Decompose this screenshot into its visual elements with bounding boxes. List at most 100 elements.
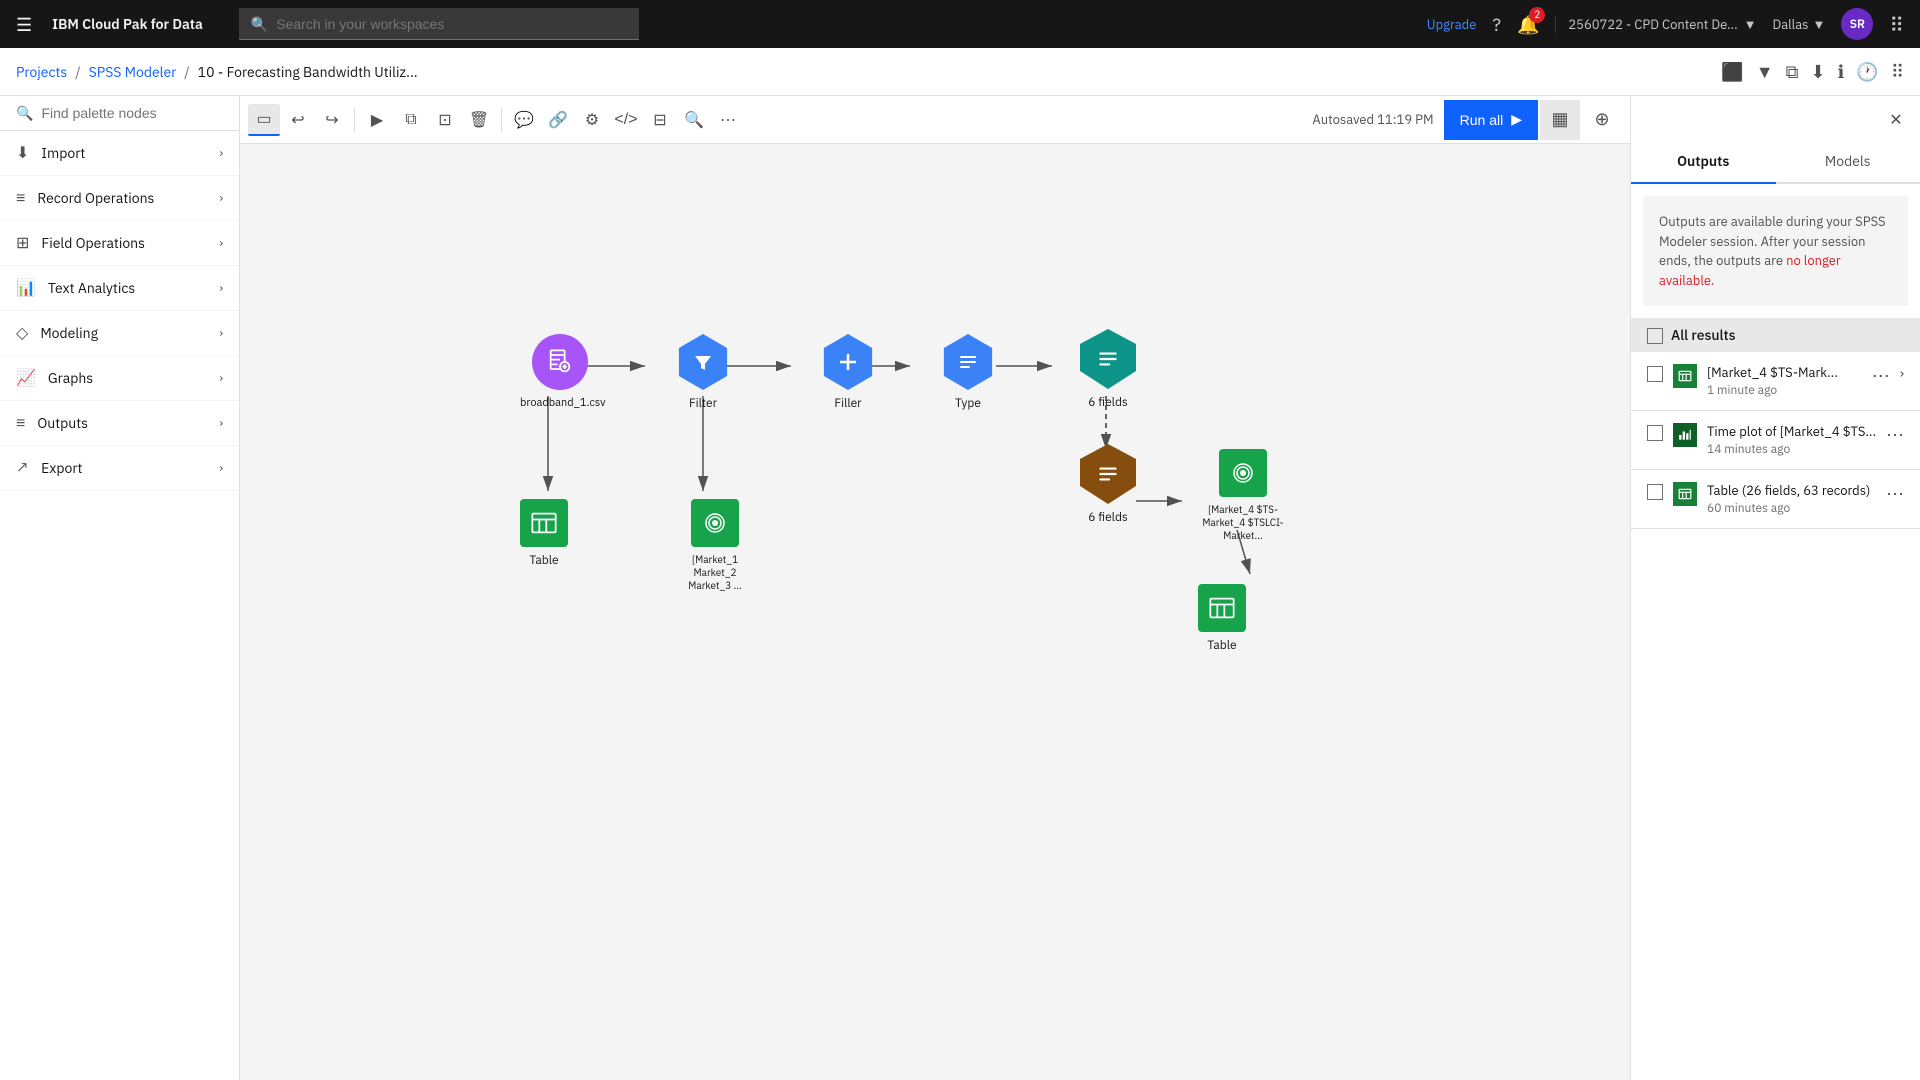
undo-button[interactable]: ↩ (282, 104, 314, 136)
download-icon[interactable]: ⬇ (1810, 60, 1825, 83)
node-table2[interactable]: Table (1198, 584, 1246, 653)
sidebar: 🔍 ⬇ Import › ≡ Record Operations › ⊞ Fie… (0, 96, 240, 1080)
sidebar-item-field-operations[interactable]: ⊞ Field Operations › (0, 221, 239, 266)
search-bar[interactable]: 🔍 (239, 8, 639, 40)
result-item-1[interactable]: Time plot of [Market_4 $TS... 14 minutes… (1631, 411, 1920, 470)
notifications-icon[interactable]: 🔔 2 (1517, 13, 1539, 36)
outputs-chevron-icon: › (219, 416, 223, 431)
sidebar-item-export[interactable]: ↗ Export › (0, 446, 239, 491)
node-palette-button[interactable]: ⊟ (644, 104, 676, 136)
sidebar-label-import: Import (41, 144, 207, 162)
sidebar-search-input[interactable] (41, 105, 223, 121)
modeling-icon: ◇ (16, 323, 28, 343)
link-button[interactable]: 🔗 (542, 104, 574, 136)
result-item-2[interactable]: Table (26 fields, 63 records) 60 minutes… (1631, 470, 1920, 529)
result-0-more-icon[interactable]: ⋯ (1872, 364, 1890, 387)
result-1-checkbox[interactable] (1647, 425, 1663, 441)
node-output1[interactable]: [Market_1 Market_2 Market_3 ... (675, 499, 755, 592)
result-0-time: 1 minute ago (1707, 383, 1862, 398)
node-table1[interactable]: Table (520, 499, 568, 568)
history-icon[interactable]: 🕐 (1856, 60, 1878, 83)
chevron-down-icon[interactable]: ▼ (1756, 60, 1774, 83)
field-ops-chevron-icon: › (219, 236, 223, 251)
breadcrumb-sep-2: / (184, 63, 189, 81)
apps-grid-icon[interactable]: ⠿ (1889, 11, 1904, 38)
breadcrumb-projects[interactable]: Projects (16, 63, 67, 81)
result-2-checkbox[interactable] (1647, 484, 1663, 500)
paste-button[interactable]: ⊡ (429, 104, 461, 136)
result-item-0[interactable]: [Market_4 $TS-Mark... 1 minute ago ⋯ › (1631, 352, 1920, 411)
region-selector[interactable]: Dallas ▼ (1773, 16, 1826, 33)
record-ops-chevron-icon: › (219, 191, 223, 206)
comment-button[interactable]: 💬 (508, 104, 540, 136)
graphs-icon: 📈 (16, 368, 36, 388)
result-1-text: Time plot of [Market_4 $TS... 14 minutes… (1707, 423, 1876, 457)
all-results-header: All results (1631, 318, 1920, 352)
all-results-label: All results (1671, 326, 1735, 344)
close-panel-button[interactable]: ✕ (1876, 100, 1916, 140)
node-output2[interactable]: [Market_4 $TS- Market_4 $TSLCI-Market... (1198, 449, 1288, 542)
sidebar-item-modeling[interactable]: ◇ Modeling › (0, 311, 239, 356)
run-all-play-icon: ▶ (1511, 111, 1522, 128)
result-2-title: Table (26 fields, 63 records) (1707, 482, 1876, 499)
node-6fields-a-label: 6 fields (1088, 395, 1128, 410)
select-all-checkbox[interactable] (1647, 328, 1663, 344)
node-type[interactable]: Type (940, 334, 996, 411)
sidebar-item-record-operations[interactable]: ≡ Record Operations › (0, 176, 239, 221)
outputs-panel-button[interactable]: ▦ (1540, 100, 1580, 140)
more-options-button[interactable]: ⋯ (712, 104, 744, 136)
delete-button[interactable]: 🗑 (463, 104, 495, 136)
redo-button[interactable]: ↪ (316, 104, 348, 136)
node-filter1[interactable]: Filter (675, 334, 731, 411)
outputs-icon: ≡ (16, 413, 25, 433)
copy-icon[interactable]: ⧉ (1786, 60, 1799, 83)
result-0-text: [Market_4 $TS-Mark... 1 minute ago (1707, 364, 1862, 398)
import-chevron-icon: › (219, 146, 223, 161)
run-button[interactable]: ▶ (361, 104, 393, 136)
sidebar-search-icon: 🔍 (16, 104, 33, 122)
avatar[interactable]: SR (1841, 8, 1873, 40)
info-icon[interactable]: ℹ (1838, 60, 1845, 83)
sidebar-item-text-analytics[interactable]: 📊 Text Analytics › (0, 266, 239, 311)
zoom-button[interactable]: 🔍 (678, 104, 710, 136)
copy-button[interactable]: ⧉ (395, 104, 427, 136)
export-chevron-icon: › (219, 461, 223, 476)
models-panel-button[interactable]: ⊕ (1582, 100, 1622, 140)
run-all-button[interactable]: Run all ▶ (1444, 100, 1538, 140)
toolbar-divider-2 (501, 108, 502, 132)
menu-icon[interactable]: ☰ (16, 13, 32, 36)
code-button[interactable]: </> (610, 104, 642, 136)
autosave-status: Autosaved 11:19 PM (1312, 111, 1433, 128)
settings-button[interactable]: ⚙ (576, 104, 608, 136)
grid-icon[interactable]: ⠿ (1891, 60, 1904, 83)
flow-canvas[interactable]: broadband_1.csv Filter Filler (240, 144, 1630, 1080)
sidebar-item-import[interactable]: ⬇ Import › (0, 131, 239, 176)
brand-name: IBM Cloud Pak for Data (52, 15, 203, 33)
upgrade-button[interactable]: Upgrade (1427, 16, 1477, 33)
tab-models[interactable]: Models (1776, 140, 1920, 184)
tab-outputs[interactable]: Outputs (1631, 140, 1776, 184)
node-6fields-a[interactable]: 6 fields (1080, 329, 1136, 410)
canvas-toolbar: ▭ ↩ ↪ ▶ ⧉ ⊡ 🗑 💬 🔗 ⚙ </> ⊟ 🔍 ⋯ Autosaved … (240, 96, 1630, 144)
node-csv[interactable]: broadband_1.csv (520, 334, 600, 410)
sidebar-search[interactable]: 🔍 (0, 96, 239, 131)
breadcrumb-spss[interactable]: SPSS Modeler (89, 63, 177, 81)
node-filler[interactable]: Filler (820, 334, 876, 411)
breadcrumb: Projects / SPSS Modeler / 10 - Forecasti… (0, 48, 1920, 96)
result-0-expand-icon[interactable]: › (1900, 364, 1904, 382)
cursor-tool-button[interactable]: ▭ (248, 104, 280, 136)
search-input[interactable] (276, 16, 627, 32)
result-0-checkbox[interactable] (1647, 366, 1663, 382)
sidebar-item-outputs[interactable]: ≡ Outputs › (0, 401, 239, 446)
workspace-selector[interactable]: 2560722 - CPD Content De... ▼ (1555, 16, 1756, 33)
node-6fields-b[interactable]: 6 fields (1080, 444, 1136, 525)
notification-badge: 2 (1529, 7, 1545, 23)
export-icon[interactable]: ⬛ (1721, 60, 1743, 83)
help-icon[interactable]: ? (1492, 13, 1501, 36)
result-1-more-icon[interactable]: ⋯ (1886, 423, 1904, 446)
result-2-text: Table (26 fields, 63 records) 60 minutes… (1707, 482, 1876, 516)
result-2-more-icon[interactable]: ⋯ (1886, 482, 1904, 505)
sidebar-item-graphs[interactable]: 📈 Graphs › (0, 356, 239, 401)
node-output2-label: [Market_4 $TS- Market_4 $TSLCI-Market... (1198, 503, 1288, 542)
breadcrumb-actions: ⬛ ▼ ⧉ ⬇ ℹ 🕐 ⠿ (1721, 60, 1904, 83)
